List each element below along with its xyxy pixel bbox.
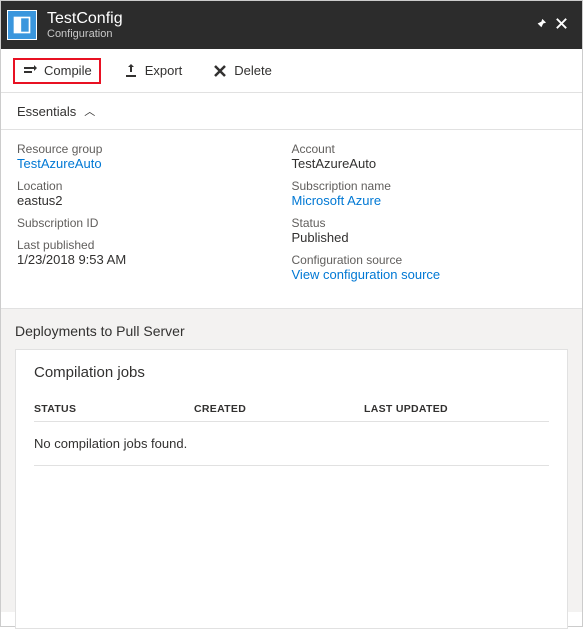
essentials-toggle[interactable]: Essentials ︿ <box>1 93 582 130</box>
close-icon[interactable] <box>550 16 572 34</box>
compilation-jobs-card: Compilation jobs STATUS CREATED LAST UPD… <box>15 349 568 629</box>
essentials-label: Essentials <box>17 104 76 119</box>
delete-icon <box>212 63 228 79</box>
location-label: Location <box>17 179 292 193</box>
compile-label: Compile <box>44 63 92 78</box>
subscription-name-label: Subscription name <box>292 179 567 193</box>
jobs-empty-message: No compilation jobs found. <box>34 422 549 466</box>
config-source-value[interactable]: View configuration source <box>292 267 567 282</box>
location-value: eastus2 <box>17 193 292 208</box>
chevron-up-icon: ︿ <box>84 103 95 119</box>
blade-subtitle: Configuration <box>47 28 528 40</box>
compile-button[interactable]: Compile <box>13 58 101 84</box>
status-label: Status <box>292 216 567 230</box>
col-created[interactable]: CREATED <box>194 403 364 415</box>
deployments-section: Deployments to Pull Server Compilation j… <box>1 309 582 612</box>
delete-button[interactable]: Delete <box>204 59 280 83</box>
last-published-label: Last published <box>17 238 292 252</box>
subscription-id-label: Subscription ID <box>17 216 292 230</box>
account-value: TestAzureAuto <box>292 156 567 171</box>
export-label: Export <box>145 63 183 78</box>
status-value: Published <box>292 230 567 245</box>
essentials-left-col: Resource groupTestAzureAuto Locationeast… <box>17 142 292 290</box>
deployments-section-title: Deployments to Pull Server <box>15 323 568 339</box>
compilation-jobs-title: Compilation jobs <box>34 364 549 381</box>
jobs-table-header: STATUS CREATED LAST UPDATED <box>34 397 549 422</box>
blade-header: TestConfig Configuration <box>1 1 582 49</box>
blade-title: TestConfig <box>47 10 528 28</box>
configuration-blade-icon <box>7 10 37 40</box>
config-source-label: Configuration source <box>292 253 567 267</box>
export-icon <box>123 63 139 79</box>
resource-group-value[interactable]: TestAzureAuto <box>17 156 292 171</box>
delete-label: Delete <box>234 63 272 78</box>
resource-group-label: Resource group <box>17 142 292 156</box>
account-label: Account <box>292 142 567 156</box>
header-titles: TestConfig Configuration <box>47 10 528 40</box>
essentials-right-col: AccountTestAzureAuto Subscription nameMi… <box>292 142 567 290</box>
compile-icon <box>22 63 38 79</box>
last-published-value: 1/23/2018 9:53 AM <box>17 252 292 267</box>
col-updated[interactable]: LAST UPDATED <box>364 403 549 415</box>
subscription-name-value[interactable]: Microsoft Azure <box>292 193 567 208</box>
essentials-panel: Resource groupTestAzureAuto Locationeast… <box>1 130 582 309</box>
col-status[interactable]: STATUS <box>34 403 194 415</box>
command-bar: Compile Export Delete <box>1 49 582 93</box>
export-button[interactable]: Export <box>115 59 191 83</box>
pin-icon[interactable] <box>528 16 550 34</box>
